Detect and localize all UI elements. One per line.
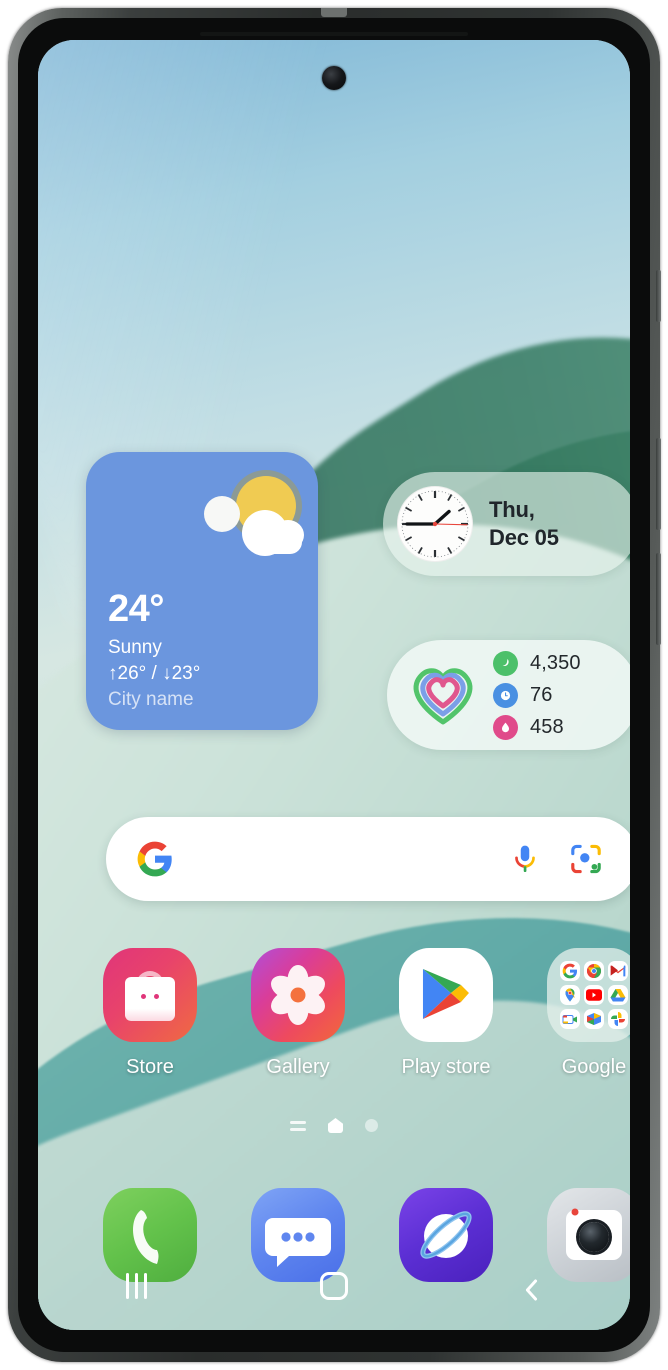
- weather-high-low: ↑26° / ↓23°: [108, 662, 201, 684]
- app-label: Play store: [401, 1056, 491, 1078]
- weather-text: 24° Sunny ↑26° / ↓23° City name: [108, 587, 201, 712]
- health-widget[interactable]: 4,350 76 458: [387, 640, 630, 750]
- weather-widget[interactable]: 24° Sunny ↑26° / ↓23° City name: [86, 452, 318, 730]
- clock-widget[interactable]: Thu, Dec 05: [383, 472, 630, 576]
- meet-icon: [560, 1009, 580, 1029]
- app-icon-gallery[interactable]: Gallery: [234, 948, 362, 1079]
- earpiece-speaker: [200, 32, 468, 36]
- gmail-icon: [608, 961, 628, 981]
- back-button[interactable]: [433, 1276, 630, 1302]
- clock-monthday: Dec 05: [489, 525, 559, 550]
- heart-rings-icon: [407, 662, 479, 728]
- home-icon: [319, 1272, 348, 1300]
- app-list-icon[interactable]: [290, 1120, 306, 1132]
- google-play-icon: [399, 948, 493, 1042]
- app-folder-google[interactable]: Google: [530, 948, 630, 1079]
- maps-icon: [560, 985, 580, 1005]
- activity-time-value: 76: [530, 683, 553, 706]
- steps-value: 4,350: [530, 651, 581, 674]
- gallery-icon: [251, 948, 345, 1042]
- phone-bezel: 24° Sunny ↑26° / ↓23° City name Thu, Dec…: [18, 18, 650, 1352]
- google-tv-icon: [584, 1009, 604, 1029]
- calories-value: 458: [530, 715, 564, 738]
- drive-icon: [608, 985, 628, 1005]
- volume-down-button[interactable]: [656, 553, 661, 645]
- home-button[interactable]: [235, 1272, 432, 1300]
- app-label: Google: [561, 1056, 627, 1078]
- app-icon-store[interactable]: Store: [86, 948, 214, 1079]
- youtube-icon: [584, 985, 604, 1005]
- app-label: Store: [126, 1056, 174, 1078]
- weather-temperature: 24°: [108, 587, 164, 630]
- weather-condition: Sunny: [108, 636, 162, 658]
- weather-location: City name: [108, 689, 194, 711]
- galaxy-store-icon: [103, 948, 197, 1042]
- sun-behind-cloud-icon: [196, 464, 306, 560]
- google-lens-icon[interactable]: [568, 841, 604, 877]
- side-button-top[interactable]: [656, 270, 661, 322]
- widget-layer: 24° Sunny ↑26° / ↓23° City name Thu, Dec…: [38, 40, 630, 1330]
- front-camera-icon: [322, 66, 346, 90]
- phone-screen: 24° Sunny ↑26° / ↓23° City name Thu, Dec…: [38, 40, 630, 1330]
- activity-time-icon: [493, 682, 518, 708]
- clock-weekday: Thu,: [489, 496, 535, 522]
- app-label: Gallery: [266, 1056, 330, 1078]
- frame-top-nub: [321, 8, 347, 17]
- steps-icon: [493, 650, 518, 676]
- search-input[interactable]: [174, 817, 508, 901]
- health-metric-row: 458: [493, 714, 581, 740]
- calories-icon: [493, 714, 518, 740]
- volume-up-button[interactable]: [656, 438, 661, 530]
- chrome-icon: [584, 961, 604, 981]
- app-icon-play-store[interactable]: Play store: [382, 948, 510, 1079]
- phone-frame: 24° Sunny ↑26° / ↓23° City name Thu, Dec…: [8, 8, 661, 1362]
- app-grid: Store Gallery Play store Google: [86, 948, 630, 1079]
- microphone-icon[interactable]: [508, 842, 542, 876]
- page-indicator: [38, 1118, 630, 1133]
- back-icon: [521, 1276, 541, 1302]
- google-folder-icon: [547, 948, 630, 1042]
- google-g-icon: [136, 840, 174, 878]
- health-metric-row: 76: [493, 682, 581, 708]
- photos-icon: [608, 1009, 628, 1029]
- google-search-bar[interactable]: [106, 817, 630, 901]
- analog-clock-icon: [397, 486, 473, 562]
- health-metric-row: 4,350: [493, 650, 581, 676]
- recents-button[interactable]: [38, 1273, 235, 1299]
- recents-icon: [126, 1273, 148, 1299]
- google-icon: [560, 961, 580, 981]
- health-metrics: 4,350 76 458: [493, 650, 581, 740]
- clock-date-text: Thu, Dec 05: [489, 496, 559, 552]
- page-dot[interactable]: [365, 1119, 378, 1132]
- home-page-icon[interactable]: [328, 1118, 343, 1133]
- navigation-bar: [38, 1256, 630, 1316]
